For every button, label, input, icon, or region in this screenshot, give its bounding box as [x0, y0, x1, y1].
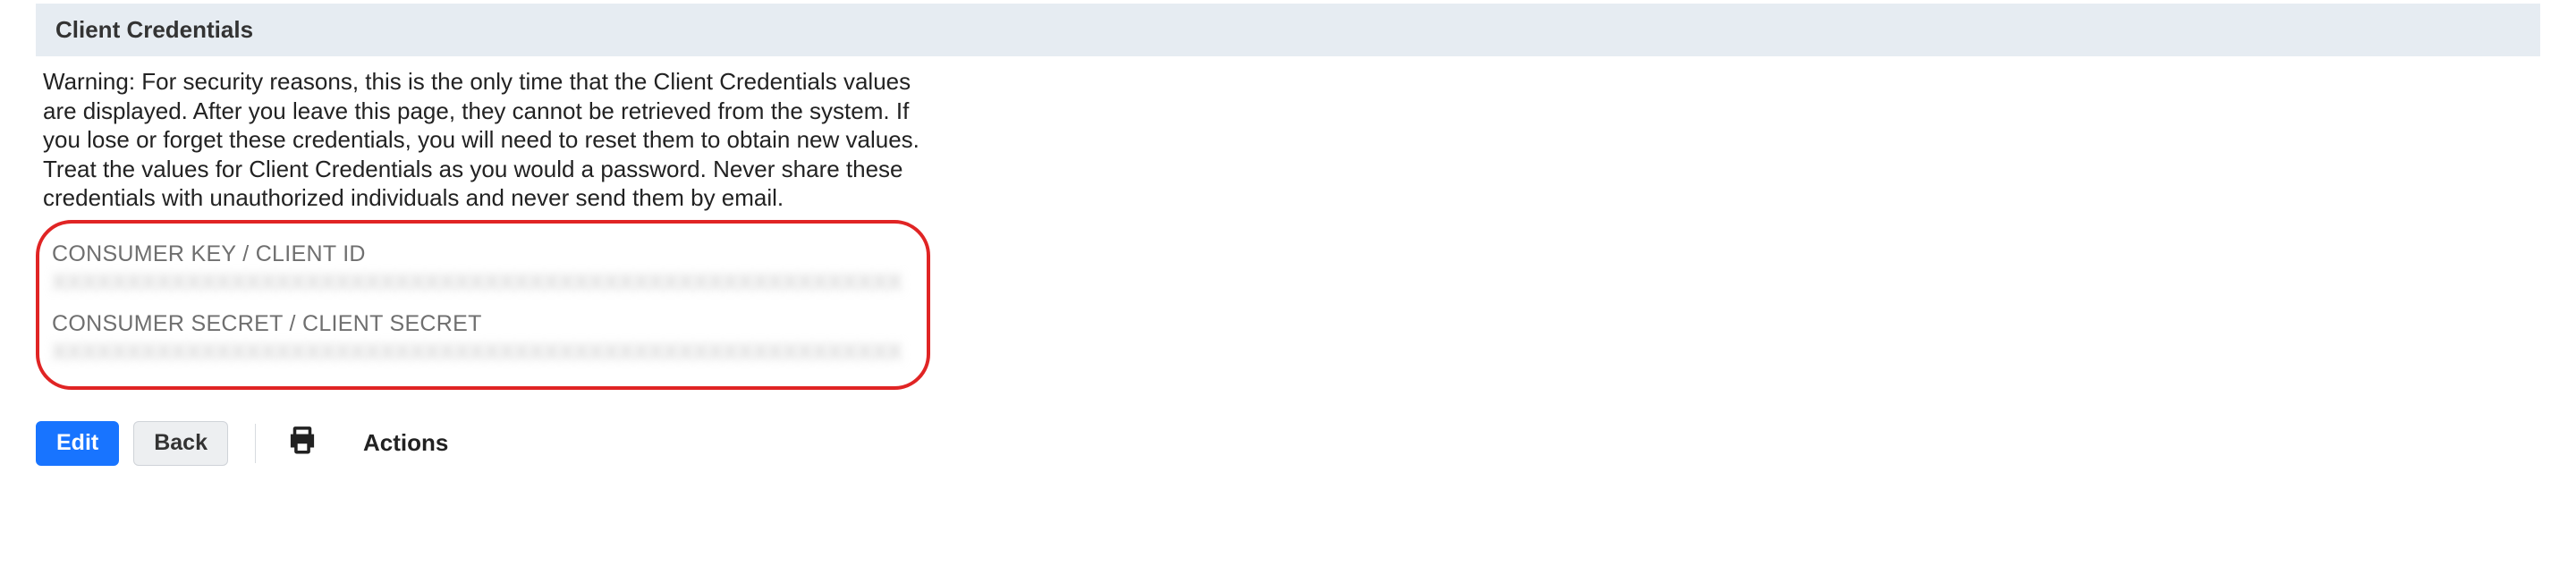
consumer-secret-value: XXXXXXXXXXXXXXXXXXXXXXXXXXXXXXXXXXXXXXXX… — [52, 337, 902, 368]
consumer-secret-label: CONSUMER SECRET / CLIENT SECRET — [52, 311, 902, 337]
action-row: Edit Back Actions — [0, 390, 2576, 472]
warning-text-block: Warning: For security reasons, this is t… — [0, 56, 982, 213]
consumer-key-label: CONSUMER KEY / CLIENT ID — [52, 241, 902, 267]
printer-icon — [287, 426, 318, 460]
print-button[interactable] — [283, 424, 322, 463]
section-header-client-credentials: Client Credentials — [36, 4, 2540, 56]
edit-button[interactable]: Edit — [36, 421, 119, 466]
toolbar-divider — [255, 424, 256, 463]
back-button[interactable]: Back — [133, 421, 228, 466]
consumer-key-group: CONSUMER KEY / CLIENT ID XXXXXXXXXXXXXXX… — [52, 241, 902, 299]
warning-paragraph-2: Treat the values for Client Credentials … — [43, 155, 946, 213]
consumer-secret-group: CONSUMER SECRET / CLIENT SECRET XXXXXXXX… — [52, 311, 902, 368]
credentials-highlight-box: CONSUMER KEY / CLIENT ID XXXXXXXXXXXXXXX… — [36, 220, 930, 390]
actions-menu[interactable]: Actions — [363, 429, 448, 457]
warning-paragraph-1: Warning: For security reasons, this is t… — [43, 67, 946, 155]
consumer-key-value: XXXXXXXXXXXXXXXXXXXXXXXXXXXXXXXXXXXXXXXX… — [52, 267, 902, 299]
